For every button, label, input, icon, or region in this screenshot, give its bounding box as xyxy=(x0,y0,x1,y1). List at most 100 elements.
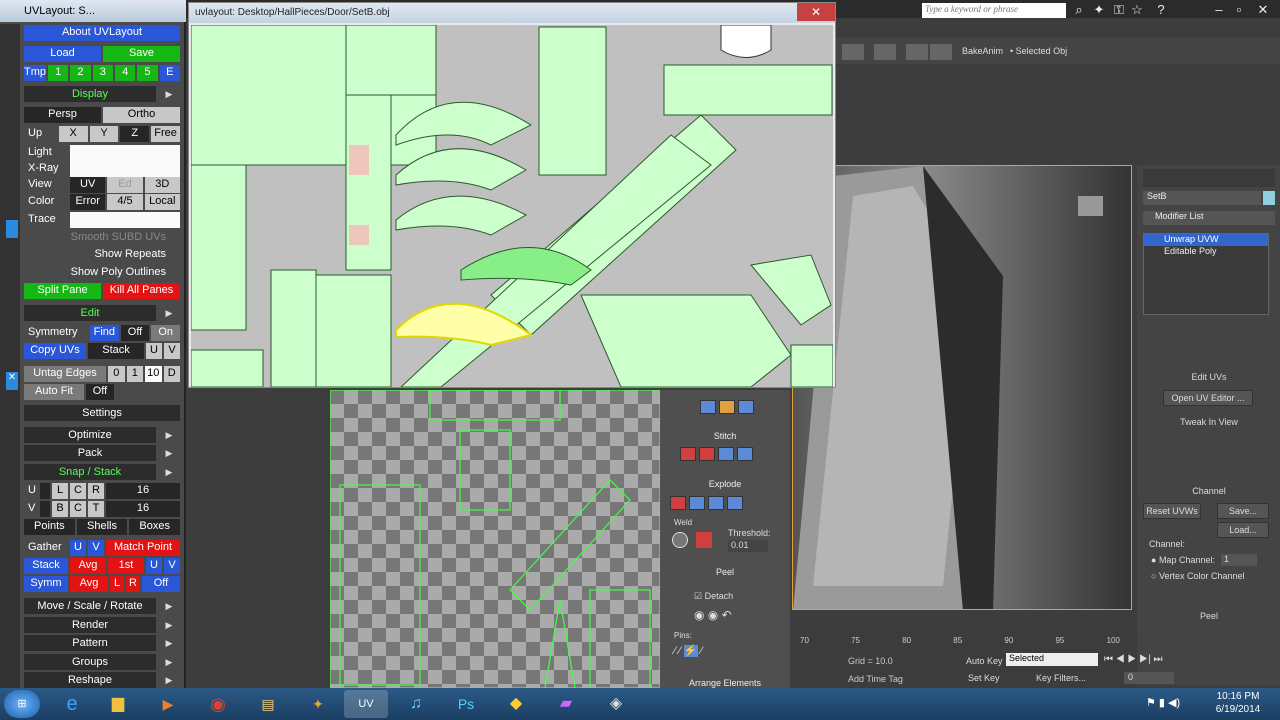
axis-free-button[interactable]: Free xyxy=(151,126,180,142)
view-3d-button[interactable]: 3D xyxy=(144,177,180,193)
copy-uvs-button[interactable]: Copy UVs xyxy=(24,343,86,359)
color-error-button[interactable]: Error xyxy=(70,194,106,210)
render-section[interactable]: Render xyxy=(24,617,156,633)
pattern-section[interactable]: Pattern xyxy=(24,635,156,651)
symm-off-button[interactable]: Off xyxy=(142,576,180,592)
modifier-list-dropdown[interactable]: Modifier List xyxy=(1143,211,1275,225)
photoshop-icon[interactable]: Ps xyxy=(444,690,488,718)
media-player-icon[interactable]: ▶ xyxy=(146,690,190,718)
toolbar-btn-4[interactable] xyxy=(930,44,952,60)
app-icon[interactable]: ◆ xyxy=(494,690,538,718)
pack-arrow-icon[interactable]: ▶ xyxy=(162,445,176,461)
match-point-button[interactable]: Match Point xyxy=(106,540,180,556)
tweak-in-view-button[interactable]: Tweak In View xyxy=(1143,417,1275,427)
axis-z-button[interactable]: Z xyxy=(120,126,150,142)
stitch-to-source-icon[interactable] xyxy=(699,447,716,461)
stack-avg-toggle[interactable]: Avg xyxy=(70,558,106,574)
pack-section[interactable]: Pack xyxy=(24,445,156,461)
symm-avg-toggle[interactable]: Avg xyxy=(70,576,108,592)
split-pane-button[interactable]: Split Pane xyxy=(24,283,101,299)
threshold-spinner[interactable]: 0.01 xyxy=(728,540,768,552)
find-button[interactable]: Find xyxy=(90,325,119,341)
object-color-swatch[interactable] xyxy=(1263,191,1275,205)
gather-v-button[interactable]: V xyxy=(88,540,104,556)
app2-icon[interactable]: ◈ xyxy=(594,690,638,718)
optimize-arrow-icon[interactable]: ▶ xyxy=(162,427,176,443)
key-icon[interactable]: ⚿ xyxy=(1110,2,1128,18)
weld-selected-icon[interactable] xyxy=(696,532,712,548)
3dsmax-icon[interactable]: ✦ xyxy=(296,690,340,718)
snap-u-r-button[interactable]: R xyxy=(88,483,104,499)
symmetry-on-button[interactable]: On xyxy=(151,325,181,341)
optimize-section[interactable]: Optimize xyxy=(24,427,156,443)
reset-uvws-button[interactable]: Reset UVWs xyxy=(1143,503,1201,519)
untag-10-button[interactable]: 10 xyxy=(145,366,162,382)
explode-icon[interactable] xyxy=(727,496,744,510)
view-uv-button[interactable]: UV xyxy=(70,177,106,193)
reshape-arrow-icon[interactable]: ▶ xyxy=(162,672,176,688)
gather-u-button[interactable]: U xyxy=(70,540,86,556)
open-uv-editor-button[interactable]: Open UV Editor ... xyxy=(1163,390,1253,406)
symm-l-button[interactable]: L xyxy=(110,576,124,592)
edit-section[interactable]: Edit xyxy=(24,305,156,321)
stitch-tools[interactable] xyxy=(680,447,770,463)
weld-target-icon[interactable] xyxy=(672,532,688,548)
perspective-viewport[interactable] xyxy=(792,165,1132,610)
edit-uvs-title[interactable]: Edit UVs xyxy=(1143,372,1275,382)
view-ed-button[interactable]: Ed xyxy=(107,177,143,193)
light-slider[interactable] xyxy=(70,145,180,161)
symm-button[interactable]: Symm xyxy=(24,576,68,592)
key-set-dropdown[interactable]: Selected xyxy=(1006,653,1098,666)
snap-v-c-button[interactable]: C xyxy=(70,501,86,517)
show-poly-outlines-checkbox[interactable]: Show Poly Outlines xyxy=(24,265,180,281)
peel-title[interactable]: Peel xyxy=(1143,611,1275,621)
bake-anim-label[interactable]: BakeAnim xyxy=(962,46,1003,56)
groups-section[interactable]: Groups xyxy=(24,654,156,670)
playback-controls[interactable]: ⏮ ◀ ▶ ▶| ⏭ xyxy=(1104,654,1204,666)
align-center-icon[interactable] xyxy=(719,400,736,414)
symmetry-off-button[interactable]: Off xyxy=(120,325,150,341)
snap-v-value-field[interactable]: 16 xyxy=(106,501,180,517)
tray-icons[interactable]: ⚑ ▮ ◀) xyxy=(1146,696,1180,709)
copy-v-button[interactable]: V xyxy=(164,343,180,359)
axis-x-button[interactable]: X xyxy=(58,126,88,142)
stack-avg-button[interactable]: Stack xyxy=(24,558,68,574)
max-search-input[interactable]: Type a keyword or phrase xyxy=(922,3,1066,18)
start-orb-icon[interactable]: ⊞ xyxy=(4,690,40,718)
side-close-marker[interactable]: ✕ xyxy=(6,372,18,390)
align-tools[interactable] xyxy=(700,400,760,416)
flatten-icon[interactable] xyxy=(708,496,725,510)
system-clock[interactable]: 10:16 PM 6/19/2014 xyxy=(1198,690,1278,718)
toolbar-btn-1[interactable] xyxy=(842,44,864,60)
align-right-icon[interactable] xyxy=(738,400,755,414)
folder-icon[interactable]: ▤ xyxy=(246,690,290,718)
uv-editor-checker-canvas[interactable] xyxy=(329,389,661,689)
settings-button[interactable]: Settings xyxy=(24,405,180,421)
groups-arrow-icon[interactable]: ▶ xyxy=(162,654,176,670)
tmp-3-button[interactable]: 3 xyxy=(92,65,113,81)
trace-slider[interactable] xyxy=(70,212,180,228)
save-button[interactable]: Save xyxy=(103,46,180,62)
stack-1st-toggle[interactable]: 1st xyxy=(108,558,144,574)
stitch-icon[interactable] xyxy=(680,447,696,461)
restore-icon[interactable]: ▫ xyxy=(1230,2,1248,18)
help-icon[interactable]: ? xyxy=(1152,2,1170,18)
about-uvlayout-button[interactable]: About UVLayout xyxy=(24,25,180,41)
pattern-arrow-icon[interactable]: ▶ xyxy=(162,635,176,651)
snap-v-t-button[interactable]: T xyxy=(88,501,104,517)
pin-tools[interactable]: ⁄ ⁄ ⚡ ⁄ xyxy=(674,644,774,660)
stack-item-editable-poly[interactable]: Editable Poly xyxy=(1144,246,1268,258)
explorer-icon[interactable]: ▆ xyxy=(96,690,140,718)
auto-fit-off-button[interactable]: Off xyxy=(86,384,114,400)
points-button[interactable]: Points xyxy=(24,519,75,535)
set-key-button[interactable]: Set Key xyxy=(968,673,1000,683)
tmp-5-button[interactable]: 5 xyxy=(137,65,158,81)
map-channel-spinner[interactable]: 1 xyxy=(1221,554,1257,566)
tools-icon[interactable]: ✦ xyxy=(1090,2,1108,18)
snap-v-toggle[interactable] xyxy=(40,501,50,517)
smooth-subd-checkbox[interactable]: Smooth SUBD UVs xyxy=(24,230,180,246)
load-button[interactable]: Load xyxy=(24,46,101,62)
tmp-e-button[interactable]: E xyxy=(159,65,180,81)
break-icon[interactable] xyxy=(670,496,686,510)
snap-u-value-field[interactable]: 16 xyxy=(106,483,180,499)
